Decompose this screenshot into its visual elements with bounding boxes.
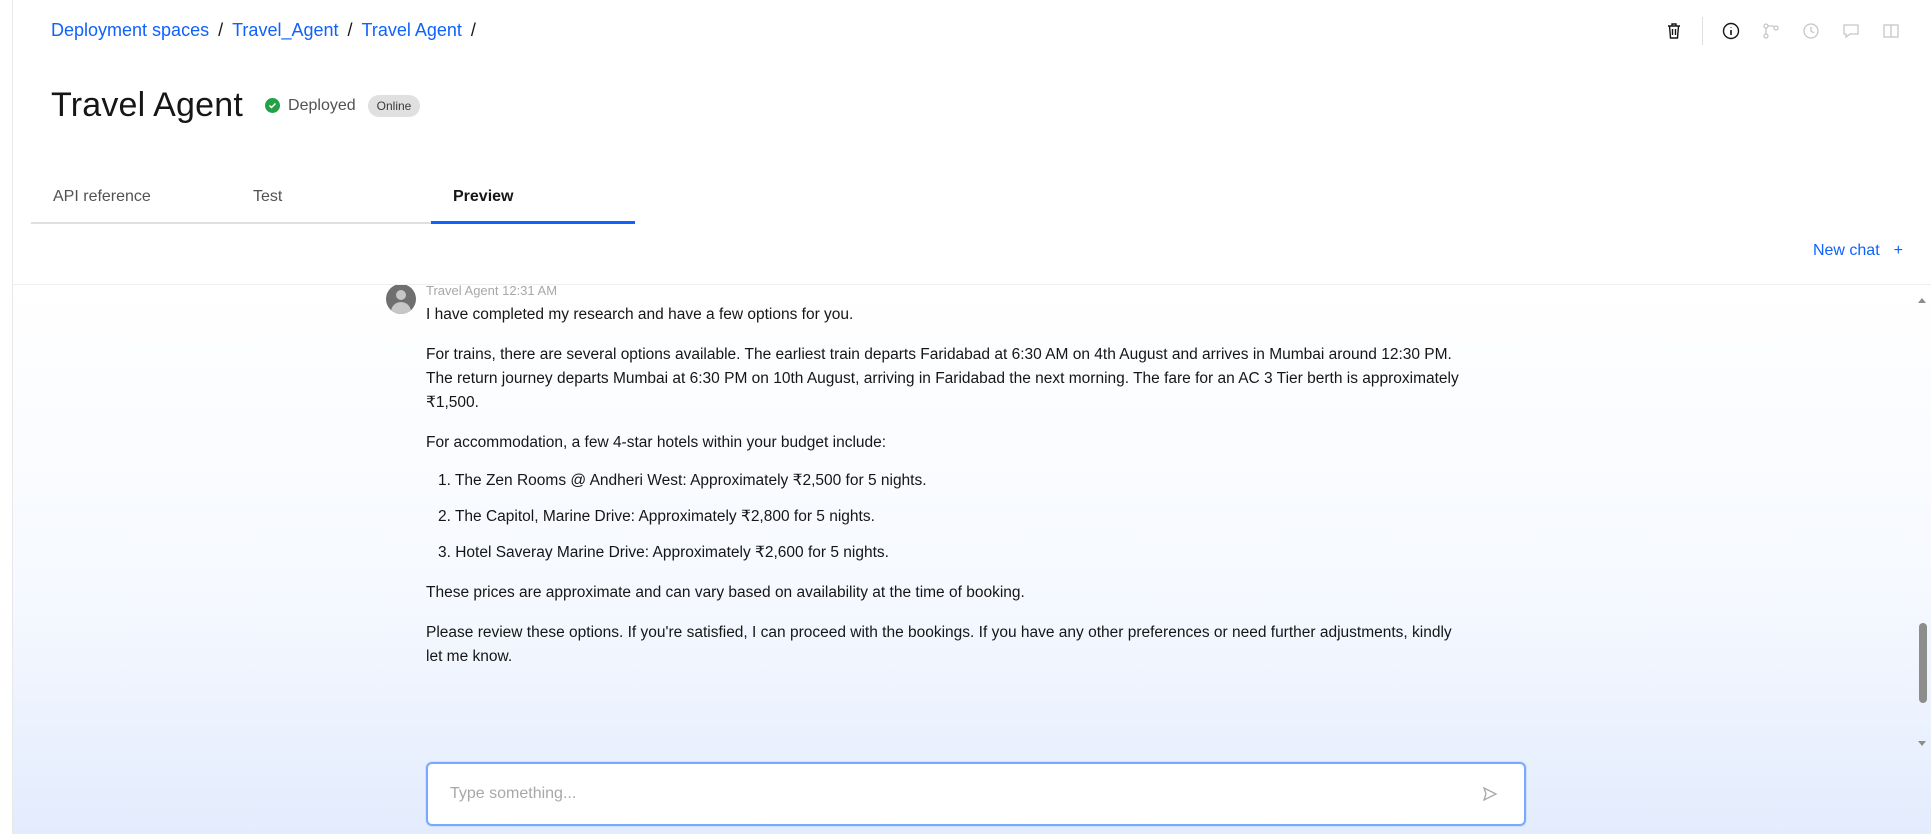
check-circle-icon	[265, 98, 281, 113]
breadcrumb-separator: /	[218, 20, 224, 40]
breadcrumb-deployment-spaces[interactable]: Deployment spaces	[51, 20, 209, 41]
message-trains: For trains, there are several options av…	[426, 346, 1459, 411]
message-disclaimer: These prices are approximate and can var…	[426, 584, 1025, 601]
chat-icon	[1843, 24, 1859, 39]
tab-preview[interactable]: Preview	[431, 178, 635, 224]
delete-button[interactable]	[1654, 14, 1694, 48]
trash-icon	[1668, 23, 1680, 39]
deployment-status: Deployed	[265, 97, 356, 115]
branch-icon	[1763, 23, 1779, 39]
breadcrumb-travel-agent[interactable]: Travel Agent	[362, 20, 462, 41]
status-text: Deployed	[288, 96, 356, 114]
new-chat-button[interactable]: New chat +	[1813, 242, 1903, 260]
tab-list: API reference Test Preview	[31, 178, 635, 224]
list-item: 2. The Capitol, Marine Drive: Approximat…	[438, 508, 875, 525]
page-header: Travel Agent Deployed Online	[51, 86, 421, 125]
send-button[interactable]	[1478, 782, 1502, 806]
branch-button[interactable]	[1751, 14, 1791, 48]
breadcrumb: Deployment spaces / Travel_Agent / Trave…	[51, 20, 485, 41]
plus-icon: +	[1893, 242, 1903, 259]
tab-api-reference[interactable]: API reference	[31, 178, 231, 224]
chat-button[interactable]	[1831, 14, 1871, 48]
message-closing: Please review these options. If you're s…	[426, 624, 1452, 665]
avatar-icon	[386, 285, 416, 314]
agent-message: Travel Agent 12:31 AM I have completed m…	[386, 285, 1466, 685]
new-chat-label: New chat	[1812, 242, 1880, 259]
info-icon	[1722, 22, 1740, 40]
tab-test[interactable]: Test	[231, 178, 431, 224]
breadcrumb-separator: /	[470, 20, 476, 40]
history-icon	[1803, 23, 1819, 39]
scroll-up-arrow-icon[interactable]	[1916, 293, 1928, 305]
chat-input[interactable]	[450, 780, 1410, 808]
info-button[interactable]	[1711, 14, 1751, 48]
message-intro: I have completed my research and have a …	[426, 306, 854, 323]
split-view-button[interactable]	[1871, 14, 1911, 48]
scrollbar-thumb[interactable]	[1919, 623, 1927, 703]
toolbar	[1654, 14, 1911, 48]
breadcrumb-separator: /	[347, 20, 353, 40]
message-meta: Travel Agent 12:31 AM	[426, 285, 558, 298]
send-icon	[1482, 786, 1498, 802]
message-accommodation-intro: For accommodation, a few 4-star hotels w…	[426, 434, 887, 451]
split-icon	[1883, 24, 1899, 38]
app-window: Deployment spaces / Travel_Agent / Trave…	[12, 0, 1931, 834]
chat-area: Travel Agent 12:31 AM I have completed m…	[13, 285, 1931, 834]
chat-input-container	[426, 762, 1526, 826]
page-title: Travel Agent	[51, 86, 244, 124]
history-button[interactable]	[1791, 14, 1831, 48]
toolbar-divider	[1702, 17, 1703, 45]
scroll-down-arrow-icon[interactable]	[1916, 737, 1928, 749]
hotel-list: 1. The Zen Rooms @ Andheri West: Approxi…	[426, 469, 1466, 565]
list-item: 3. Hotel Saveray Marine Drive: Approxima…	[438, 544, 889, 561]
breadcrumb-travel-agent-space[interactable]: Travel_Agent	[232, 20, 338, 41]
list-item: 1. The Zen Rooms @ Andheri West: Approxi…	[438, 472, 927, 489]
status-badge: Online	[367, 94, 421, 117]
